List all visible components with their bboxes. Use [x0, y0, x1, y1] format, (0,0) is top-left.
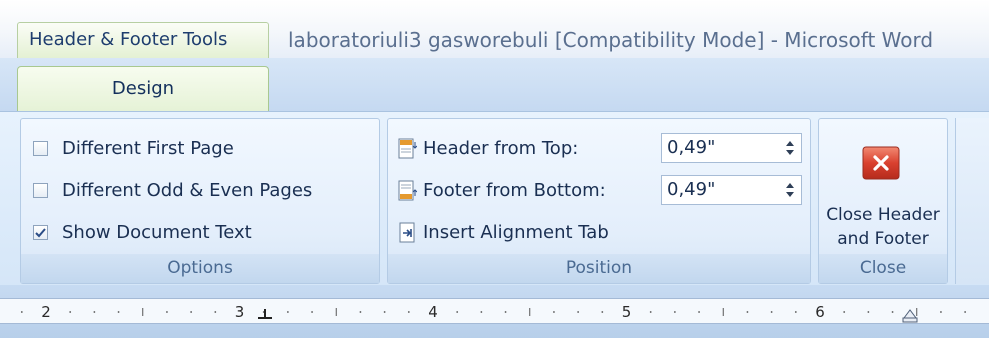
footer-from-bottom-spinner[interactable]: 0,49" — [661, 175, 802, 205]
group-label-close: Close — [819, 254, 947, 283]
ruler-dot — [940, 311, 942, 313]
different-first-page-label: Different First Page — [62, 137, 234, 159]
ruler-dot — [20, 311, 23, 313]
ruler-dot — [214, 311, 217, 313]
ribbon: Different First Page Different Odd & Eve… — [0, 111, 989, 286]
group-position: Header from Top: 0,49" Footer from Botto… — [387, 118, 811, 284]
ruler-dot — [166, 311, 168, 313]
ruler-dot — [867, 311, 870, 313]
different-odd-even-pages-label: Different Odd & Even Pages — [62, 179, 313, 201]
header-from-top-value: 0,49" — [667, 137, 716, 158]
ruler-dot — [891, 311, 894, 313]
insert-alignment-tab-icon — [399, 222, 415, 242]
show-document-text-label: Show Document Text — [62, 221, 252, 243]
ruler-area: 2 3 4 5 6 — [0, 285, 989, 338]
show-document-text-checkbox[interactable]: Show Document Text — [33, 217, 252, 247]
ruler-dot — [69, 311, 72, 313]
ruler-dot — [383, 311, 386, 313]
group-label-position: Position — [388, 254, 810, 283]
horizontal-ruler[interactable]: 2 3 4 5 6 — [0, 298, 989, 324]
ruler-dot — [746, 311, 749, 313]
different-first-page-checkbox[interactable]: Different First Page — [33, 133, 234, 163]
ruler-dot — [601, 311, 604, 313]
ruler-dot — [359, 311, 362, 313]
ruler-dot — [649, 311, 652, 313]
ruler-number: 5 — [622, 303, 632, 321]
different-odd-even-pages-checkbox[interactable]: Different Odd & Even Pages — [33, 175, 312, 205]
ruler-dot — [117, 311, 120, 313]
close-header-footer-button[interactable]: Close Header and Footer — [819, 119, 947, 254]
ruler-number: 2 — [41, 303, 51, 321]
ribbon-right-edge — [955, 118, 989, 284]
ruler-dot — [843, 311, 846, 313]
tab-stop-marker — [258, 309, 272, 319]
ribbon-tab-row: Design — [0, 58, 989, 112]
context-tab-header-footer-tools: Header & Footer Tools — [17, 22, 269, 58]
group-label-options: Options — [21, 254, 379, 283]
spinner-arrows-icon[interactable] — [785, 179, 795, 201]
ruler-dot — [504, 311, 507, 313]
ruler-dot — [553, 311, 555, 313]
footer-position-icon — [398, 180, 417, 200]
ruler-dot — [794, 311, 797, 313]
close-label-line1: Close Header — [826, 205, 940, 225]
group-options: Different First Page Different Odd & Eve… — [20, 118, 380, 284]
checkbox-unchecked[interactable] — [33, 182, 48, 198]
group-close: Close Header and Footer Close — [818, 118, 948, 284]
ruler-number: 4 — [428, 303, 438, 321]
title-bar: Header & Footer Tools laboratoriuli3 gas… — [0, 0, 989, 58]
header-position-icon — [398, 138, 417, 158]
ruler-number: 6 — [815, 303, 825, 321]
ruler-dot — [770, 311, 773, 313]
ruler-dot — [964, 311, 967, 313]
close-icon — [862, 146, 900, 180]
insert-alignment-tab-button[interactable]: Insert Alignment Tab — [398, 217, 609, 247]
ruler-dot — [698, 311, 700, 313]
close-label-line2: and Footer — [837, 229, 929, 249]
ruler-dot — [190, 311, 193, 313]
insert-alignment-tab-label: Insert Alignment Tab — [423, 221, 609, 243]
close-header-footer-label: Close Header and Footer — [819, 203, 947, 251]
footer-from-bottom-label: Footer from Bottom: — [423, 179, 606, 201]
header-from-top[interactable]: Header from Top: — [398, 133, 578, 163]
ruler-dot — [480, 311, 483, 313]
ruler-dot — [286, 311, 289, 313]
ruler-dot — [311, 311, 313, 313]
ruler-dot — [577, 311, 580, 313]
ruler-ticks: 2 3 4 5 6 — [20, 303, 967, 323]
ruler-dot — [673, 311, 676, 313]
footer-from-bottom[interactable]: Footer from Bottom: — [398, 175, 606, 205]
ruler-dot — [456, 311, 459, 313]
tab-design[interactable]: Design — [17, 66, 269, 112]
spinner-arrows-icon[interactable] — [785, 137, 795, 159]
header-from-top-spinner[interactable]: 0,49" — [661, 133, 802, 163]
footer-from-bottom-value: 0,49" — [667, 179, 716, 200]
checkbox-unchecked[interactable] — [33, 140, 48, 156]
checkbox-checked[interactable] — [33, 224, 48, 240]
ruler-dot — [93, 311, 96, 313]
header-from-top-label: Header from Top: — [423, 137, 579, 159]
ruler-dot — [407, 311, 410, 313]
right-indent-marker — [903, 309, 917, 319]
ruler-number: 3 — [235, 303, 245, 321]
document-title: laboratoriuli3 gasworebuli [Compatibilit… — [288, 28, 934, 52]
